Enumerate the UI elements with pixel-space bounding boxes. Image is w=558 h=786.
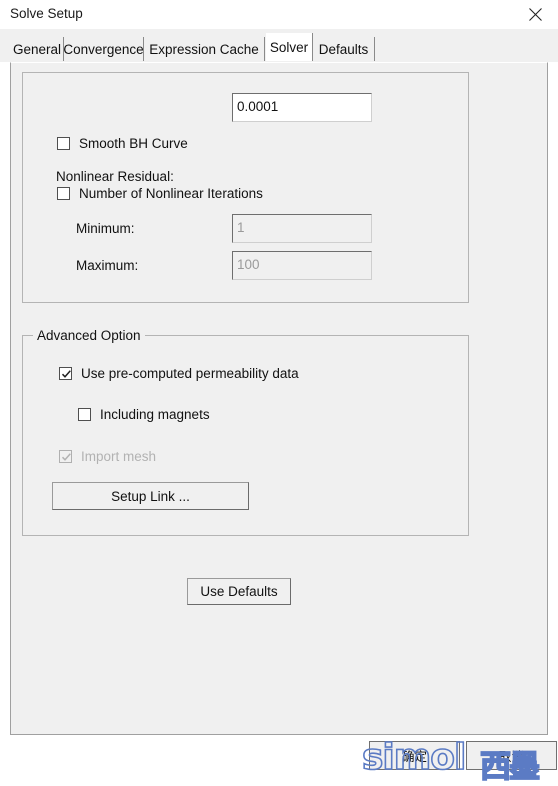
window-title: Solve Setup <box>10 6 83 21</box>
checkbox-box <box>78 408 91 421</box>
solver-tab-page: Nonlinear Residual: 0.0001 Smooth BH Cur… <box>10 62 548 735</box>
smooth-bh-curve-checkbox[interactable]: Smooth BH Curve <box>57 136 188 151</box>
close-icon <box>528 8 542 21</box>
number-of-nonlinear-iterations-label: Number of Nonlinear Iterations <box>79 186 263 201</box>
close-button[interactable] <box>512 0 558 29</box>
checkbox-box <box>57 137 70 150</box>
number-of-nonlinear-iterations-checkbox[interactable]: Number of Nonlinear Iterations <box>57 186 263 201</box>
maximum-label: Maximum: <box>76 258 139 273</box>
tab-convergence[interactable]: Convergence <box>63 37 144 61</box>
tab-label: Expression Cache <box>149 41 259 57</box>
tab-solver[interactable]: Solver <box>266 33 313 61</box>
minimum-input[interactable]: 1 <box>232 214 372 243</box>
use-defaults-button[interactable]: Use Defaults <box>187 578 291 605</box>
tab-strip: General Convergence Expression Cache Sol… <box>0 29 558 62</box>
use-precomputed-permeability-checkbox[interactable]: Use pre-computed permeability data <box>59 366 299 381</box>
cancel-button[interactable]: 取消 <box>466 741 557 770</box>
minimum-label: Minimum: <box>76 221 135 236</box>
tab-defaults[interactable]: Defaults <box>313 37 375 61</box>
nonlinear-residual-input[interactable]: 0.0001 <box>232 93 372 122</box>
import-mesh-label: Import mesh <box>81 449 157 464</box>
ok-button[interactable]: 确定 <box>369 741 460 770</box>
including-magnets-checkbox[interactable]: Including magnets <box>78 407 210 422</box>
tab-label: Defaults <box>318 41 369 57</box>
title-bar: Solve Setup <box>0 0 558 29</box>
advanced-option-group: Advanced Option Use pre-computed permeab… <box>22 328 469 536</box>
tab-label: General <box>12 41 62 57</box>
solver-settings-group: Nonlinear Residual: 0.0001 Smooth BH Cur… <box>22 72 469 303</box>
tab-expression-cache[interactable]: Expression Cache <box>144 37 265 61</box>
nonlinear-residual-label: Nonlinear Residual: <box>56 169 174 184</box>
tab-label: Solver <box>269 39 309 55</box>
tab-label: Convergence <box>63 41 144 57</box>
smooth-bh-curve-label: Smooth BH Curve <box>79 136 188 151</box>
advanced-option-title: Advanced Option <box>33 328 145 343</box>
import-mesh-checkbox: Import mesh <box>59 449 156 464</box>
maximum-input[interactable]: 100 <box>232 251 372 280</box>
tab-general[interactable]: General <box>11 37 64 61</box>
including-magnets-label: Including magnets <box>100 407 210 422</box>
checkbox-box <box>59 367 72 380</box>
use-precomputed-permeability-label: Use pre-computed permeability data <box>81 366 299 381</box>
setup-link-button[interactable]: Setup Link ... <box>52 482 249 510</box>
checkbox-box <box>59 450 72 463</box>
checkbox-box <box>57 187 70 200</box>
